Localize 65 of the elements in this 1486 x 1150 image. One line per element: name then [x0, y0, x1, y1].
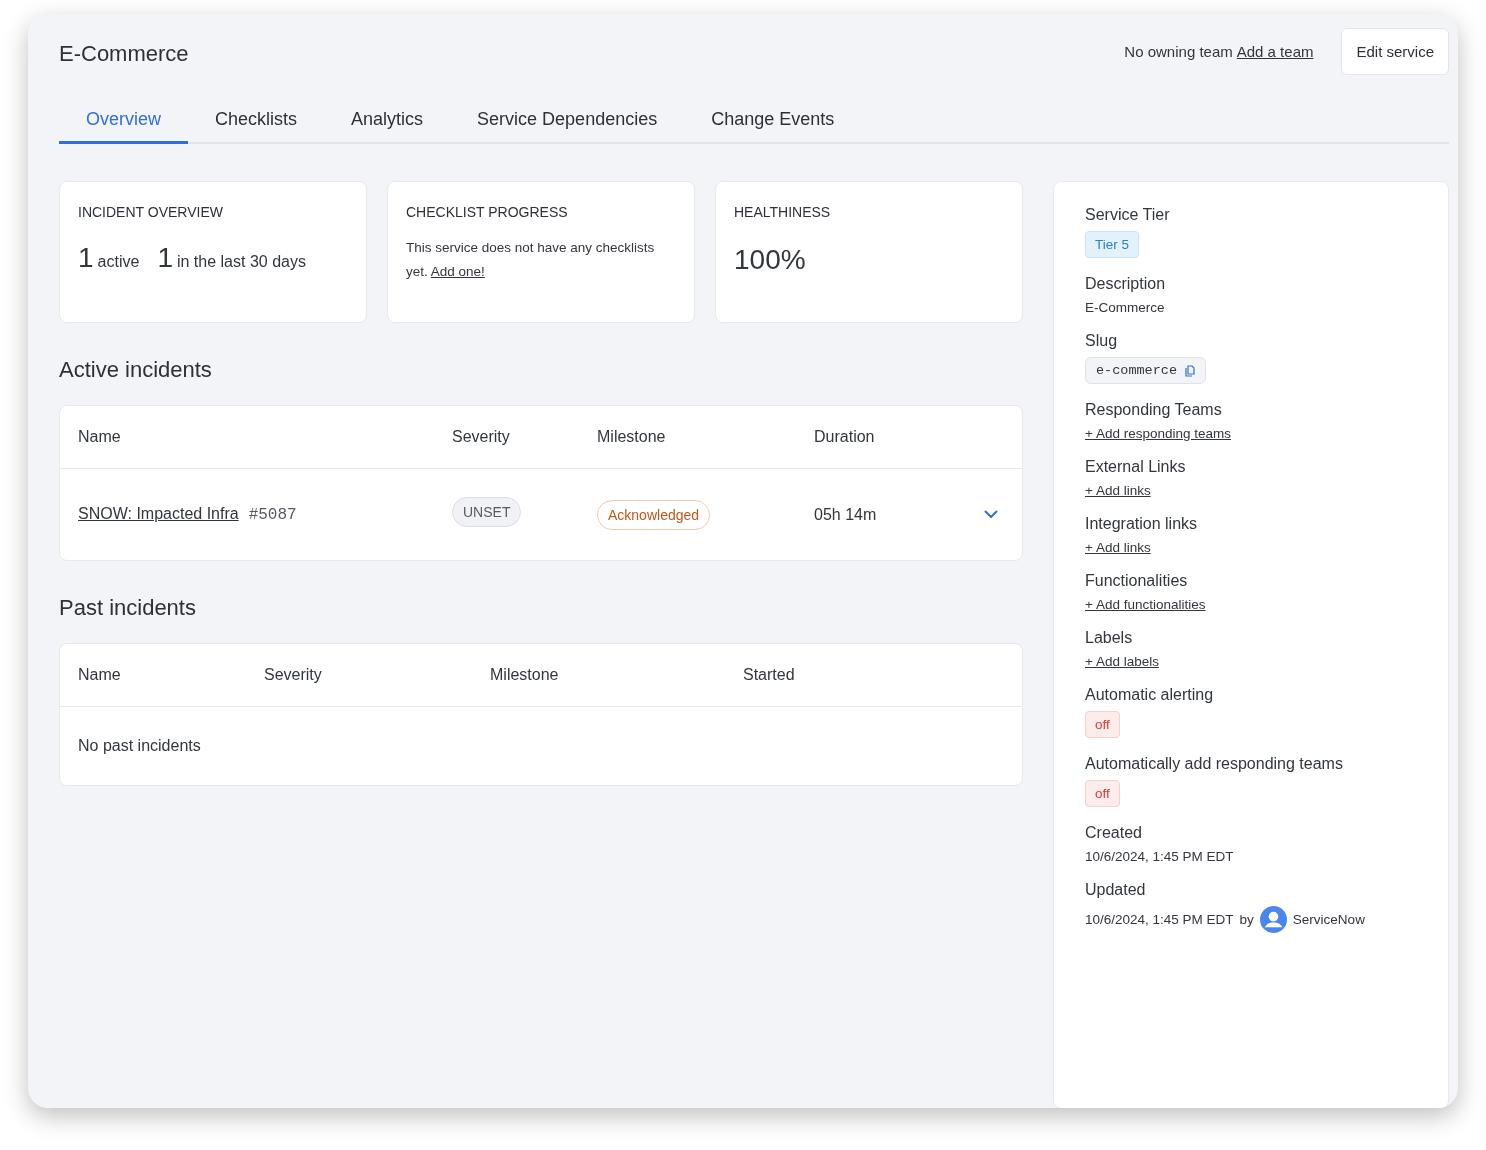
field-label: Labels	[1085, 629, 1133, 647]
column-header: Milestone	[597, 428, 667, 446]
empty-message: No past incidents	[78, 737, 202, 755]
healthiness-value: 100%	[734, 244, 807, 276]
incident-number: #5087	[248, 506, 297, 524]
column-header: Severity	[264, 666, 323, 684]
column-header: Duration	[814, 428, 876, 446]
tab[interactable]: Service Dependencies	[450, 103, 685, 144]
slug-chip[interactable]: e-commerce	[1085, 357, 1206, 384]
count-label: in the last 30 days	[176, 253, 306, 271]
add-link[interactable]: + Add links	[1085, 483, 1151, 498]
count-label: active	[97, 253, 140, 271]
column-header: Started	[743, 666, 796, 684]
duration-text: 05h 14m	[814, 505, 878, 524]
copy-icon[interactable]	[1185, 364, 1195, 377]
field-label: Updated	[1085, 881, 1146, 899]
count-number: 1	[157, 242, 173, 274]
card-title: HEALTHINESS	[734, 204, 832, 220]
tab[interactable]: Overview	[59, 103, 188, 144]
tab[interactable]: Checklists	[188, 103, 325, 144]
user-name: ServiceNow	[1292, 912, 1365, 927]
section-title: Past incidents	[59, 595, 197, 621]
column-header: Name	[78, 428, 122, 446]
status-badge: off	[1085, 780, 1120, 807]
tab[interactable]: Change Events	[684, 103, 862, 144]
field-value: 10/6/2024, 1:45 PM EDT	[1085, 849, 1234, 864]
milestone-badge: Acknowledged	[597, 499, 711, 530]
column-header: Severity	[452, 428, 511, 446]
slug-text: e-commerce	[1096, 363, 1177, 378]
count-number: 1	[78, 242, 94, 274]
field-value: 10/6/2024, 1:45 PM EDT	[1085, 912, 1234, 927]
card-title: CHECKLIST PROGRESS	[406, 204, 569, 220]
field-label: Automatically add responding teams	[1085, 755, 1343, 773]
tier-badge: Tier 5	[1085, 231, 1139, 258]
owner-text: No owning team	[1124, 43, 1233, 60]
field-label: Integration links	[1085, 515, 1198, 533]
tab[interactable]: Analytics	[324, 103, 451, 144]
by-text: by	[1239, 912, 1254, 927]
checklist-message: This service does not have any checklists yet. Add one!	[406, 239, 656, 281]
chevron-icon[interactable]	[984, 510, 998, 519]
add-team-link[interactable]: Add a team	[1236, 43, 1314, 60]
severity-badge: UNSET	[452, 496, 522, 527]
edit-service-button[interactable]: Edit service	[1341, 28, 1449, 75]
column-header: Milestone	[490, 666, 560, 684]
field-label: Functionalities	[1085, 572, 1188, 590]
avatar-icon	[1259, 906, 1287, 933]
add-checklist-link[interactable]: Add one!	[430, 264, 485, 279]
field-label: External Links	[1085, 458, 1186, 476]
add-link[interactable]: + Add responding teams	[1085, 426, 1231, 441]
card-title: INCIDENT OVERVIEW	[78, 204, 224, 220]
field-label: Slug	[1085, 332, 1118, 350]
add-link[interactable]: + Add labels	[1085, 654, 1159, 669]
field-label: Automatic alerting	[1085, 686, 1214, 704]
field-label: Created	[1085, 824, 1142, 842]
field-value: E-Commerce	[1085, 300, 1165, 315]
add-link[interactable]: + Add functionalities	[1085, 597, 1206, 612]
add-link[interactable]: + Add links	[1085, 540, 1151, 555]
field-label: Service Tier	[1085, 206, 1170, 224]
page-title: E-Commerce	[59, 39, 189, 67]
section-title: Active incidents	[59, 357, 213, 383]
status-badge: off	[1085, 711, 1120, 738]
field-label: Responding Teams	[1085, 401, 1222, 419]
incident-link[interactable]: SNOW: Impacted Infra	[78, 505, 239, 523]
field-label: Description	[1085, 275, 1166, 293]
column-header: Name	[78, 666, 122, 684]
